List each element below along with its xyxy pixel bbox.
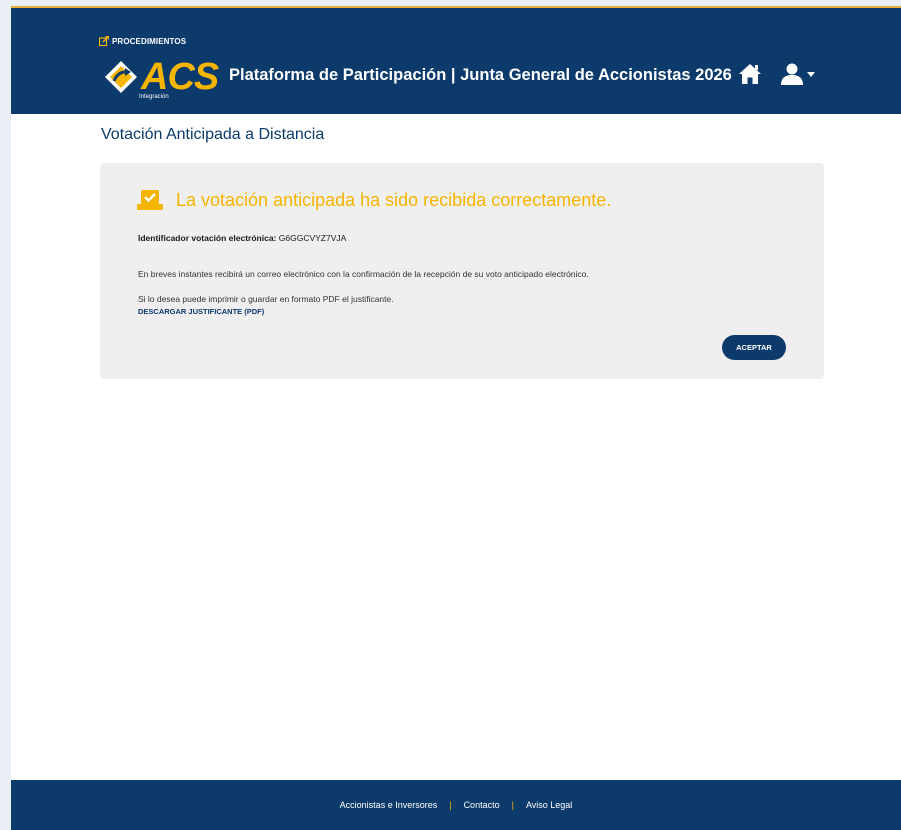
external-edit-icon	[99, 36, 109, 46]
download-receipt-link[interactable]: DESCARGAR JUSTIFICANTE (PDF)	[138, 307, 264, 316]
email-notice: En breves instantes recibirá un correo e…	[138, 269, 589, 279]
page-title: Votación Anticipada a Distancia	[101, 126, 325, 143]
user-icon	[781, 63, 803, 85]
success-row: La votación anticipada ha sido recibida …	[137, 189, 611, 211]
identifier-value: G6GGCVYZ7VJA	[278, 233, 347, 243]
user-menu-button[interactable]	[780, 62, 820, 86]
footer-link-shareholders[interactable]: Accionistas e Inversores	[340, 800, 438, 810]
ballot-check-icon	[137, 190, 163, 210]
procedures-link-label: PROCEDIMIENTOS	[112, 36, 187, 46]
acs-logo-mark	[105, 61, 137, 93]
print-notice: Si lo desea puede imprimir o guardar en …	[138, 294, 394, 304]
confirmation-panel: La votación anticipada ha sido recibida …	[100, 163, 824, 379]
identifier-line: Identificador votación electrónica: G6GG…	[138, 233, 346, 243]
acs-logo-subtext: Integración	[139, 94, 169, 100]
success-message: La votación anticipada ha sido recibida …	[176, 189, 612, 210]
footer-link-contact[interactable]: Contacto	[464, 800, 500, 810]
footer-separator: |	[511, 800, 514, 810]
procedures-link[interactable]: PROCEDIMIENTOS	[99, 36, 186, 46]
app-window: PROCEDIMIENTOS ACS Integración Plataform…	[11, 6, 901, 830]
acs-logo-text: ACS	[141, 56, 219, 98]
home-icon	[739, 64, 761, 84]
footer: Accionistas e Inversores | Contacto | Av…	[11, 780, 901, 830]
identifier-label: Identificador votación electrónica:	[138, 233, 277, 243]
acs-logo: ACS Integración	[103, 56, 219, 100]
caret-down-icon	[807, 72, 815, 77]
platform-title: Plataforma de Participación | Junta Gene…	[229, 66, 732, 84]
header: PROCEDIMIENTOS ACS Integración Plataform…	[11, 8, 901, 114]
home-button[interactable]	[738, 63, 762, 85]
footer-separator: |	[449, 800, 452, 810]
footer-link-legal[interactable]: Aviso Legal	[526, 800, 572, 810]
accept-button[interactable]: ACEPTAR	[722, 335, 786, 360]
